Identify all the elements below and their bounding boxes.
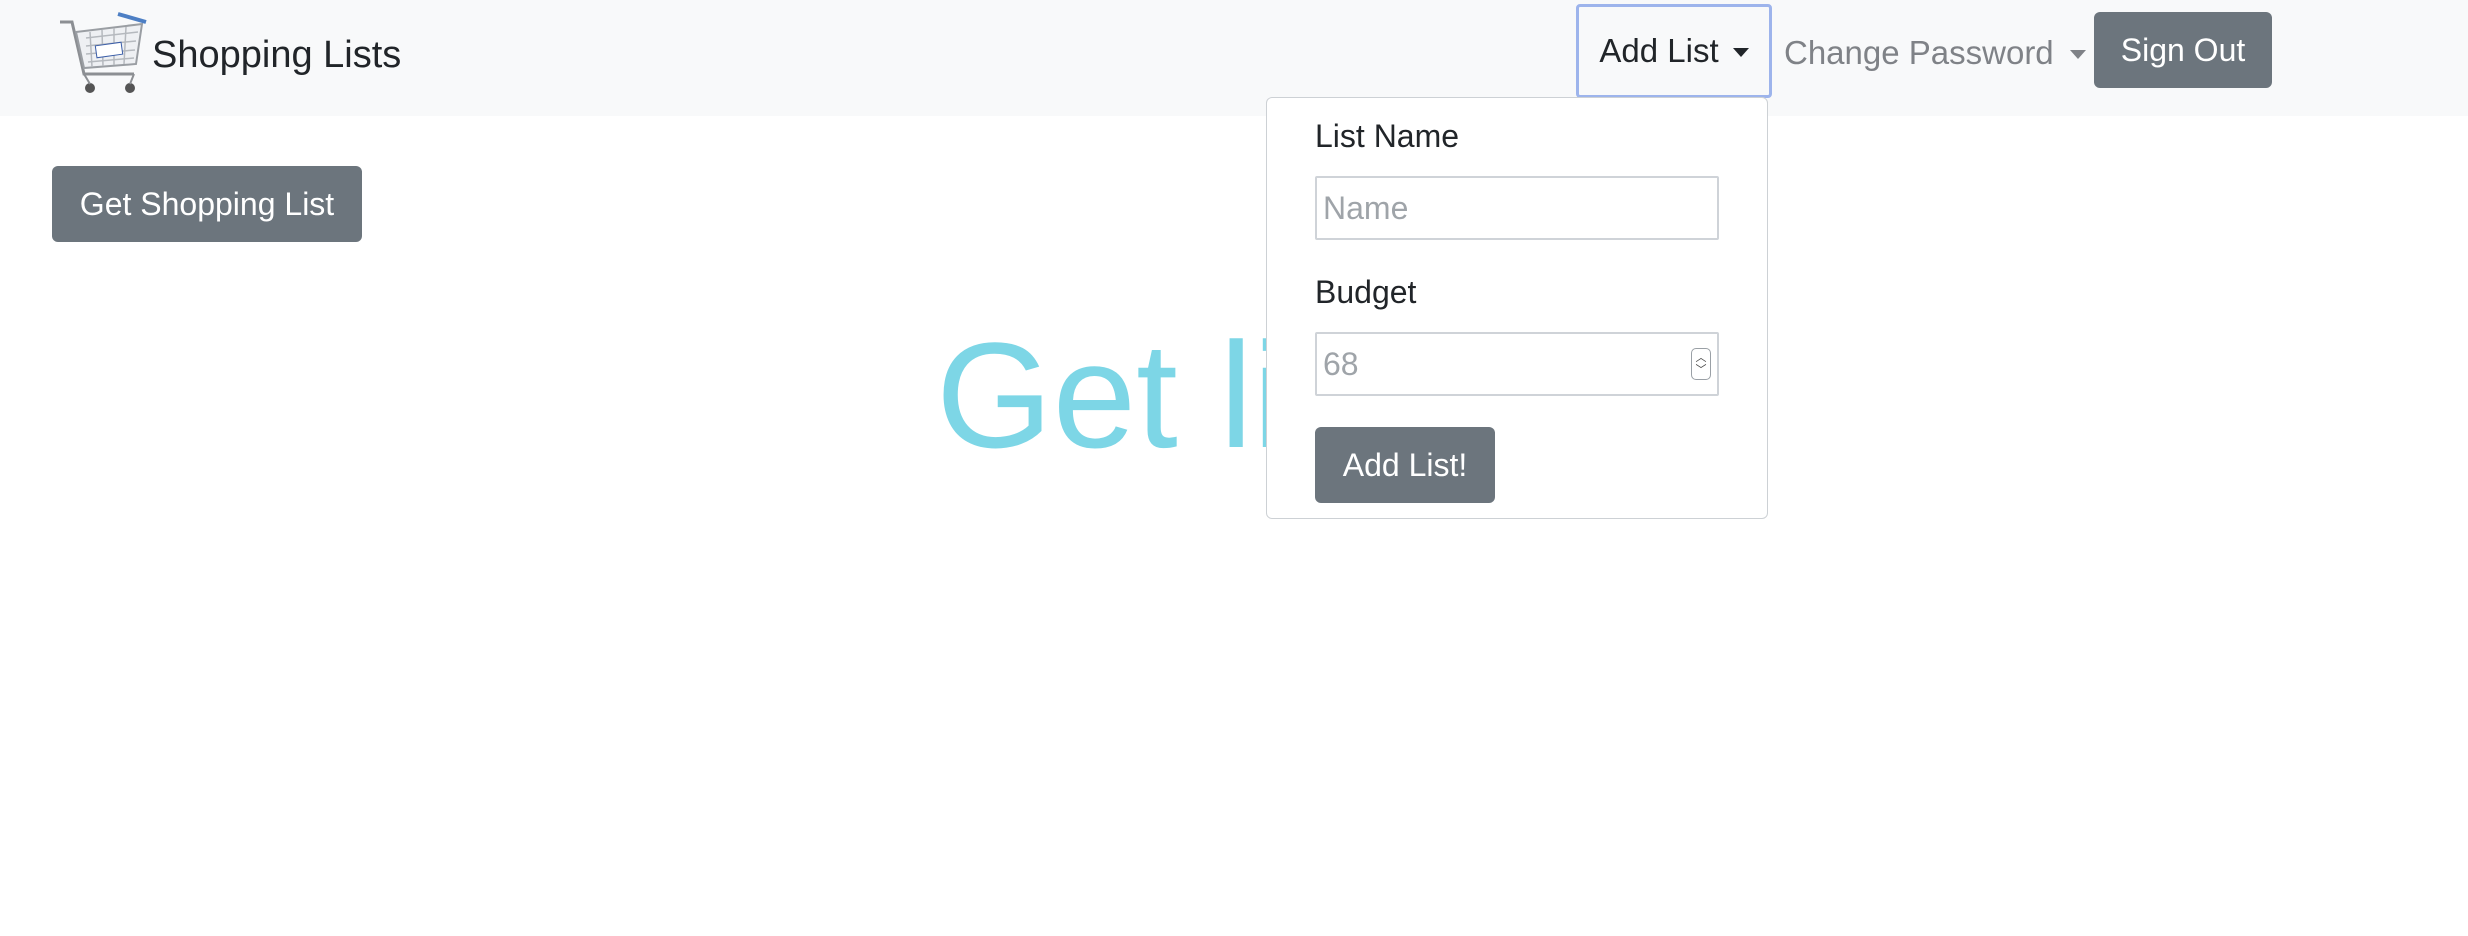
budget-label: Budget [1315, 274, 1417, 310]
list-name-field-box [1315, 176, 1719, 240]
caret-down-icon [2069, 50, 2086, 59]
spinner-down-icon[interactable]: ﹀ [1696, 364, 1707, 376]
list-name-input[interactable] [1317, 178, 1717, 238]
sign-out-button[interactable]: Sign Out [2094, 12, 2272, 88]
budget-input[interactable] [1317, 334, 1717, 394]
number-spinner-icon[interactable]: ︿ ﹀ [1691, 348, 1711, 380]
add-list-dropdown-menu: List Name Budget ︿ ﹀ Add List! [1266, 97, 1768, 519]
caret-down-icon [1732, 48, 1749, 57]
budget-field-box: ︿ ﹀ [1315, 332, 1719, 396]
add-list-dropdown-toggle[interactable]: Add List [1576, 4, 1772, 98]
brand[interactable]: Shopping Lists [56, 6, 401, 110]
shopping-cart-icon [60, 12, 147, 93]
change-password-dropdown-toggle[interactable]: Change Password [1784, 28, 2086, 78]
add-list-label: Add List [1599, 32, 1719, 69]
get-shopping-list-button[interactable]: Get Shopping List [52, 166, 362, 242]
page: Shopping Lists Add List Change Password … [0, 0, 2468, 936]
add-list-submit-button[interactable]: Add List! [1315, 427, 1495, 503]
list-name-label: List Name [1315, 118, 1460, 154]
hero-heading: Get li [936, 311, 1287, 479]
spinner-up-icon[interactable]: ︿ [1696, 352, 1707, 364]
change-password-label: Change Password [1784, 34, 2054, 71]
brand-title: Shopping Lists [152, 34, 402, 76]
navbar: Shopping Lists Add List Change Password … [0, 0, 2468, 116]
